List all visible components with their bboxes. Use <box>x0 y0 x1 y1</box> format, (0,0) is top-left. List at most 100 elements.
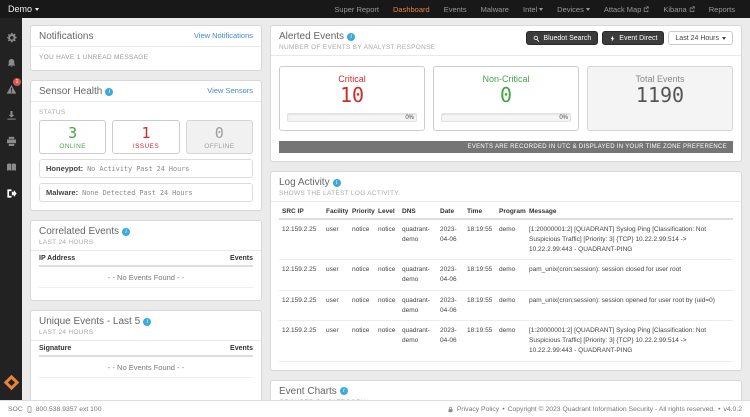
view-notifications-link[interactable]: View Notifications <box>194 31 253 40</box>
progress-bar: 0% <box>287 113 417 122</box>
log-cell: demo <box>496 219 526 260</box>
nav-item-devices[interactable]: Devices <box>550 0 597 18</box>
log-column-program: Program <box>496 204 526 219</box>
log-cell: 12.159.2.25 <box>279 219 323 260</box>
info-icon[interactable] <box>105 88 113 96</box>
sensor-status-label: STATUS <box>39 109 253 116</box>
log-activity-body: SRC IPFacilityPriorityLevelDNSDateTimePr… <box>271 202 741 370</box>
log-cell: notice <box>349 219 375 260</box>
soc-label: SOC <box>8 406 23 413</box>
alerted-stat-total-events: Total Events1190 <box>587 66 733 131</box>
nav-item-label: Events <box>444 5 467 14</box>
log-cell: demo <box>496 260 526 291</box>
nav-item-label: Malware <box>481 5 509 14</box>
event-charts-heading-block: Event Charts GROUPED BY CATEGORY. <box>279 386 367 401</box>
info-icon[interactable] <box>143 318 151 326</box>
stat-value: 1 <box>113 125 178 142</box>
info-icon[interactable] <box>340 387 348 395</box>
row-label: Malware: <box>46 188 78 197</box>
main-content: Notifications View Notifications YOU HAV… <box>22 18 750 400</box>
sidebar-gear-button[interactable] <box>0 24 22 50</box>
nav-item-kibana[interactable]: Kibana <box>656 0 701 18</box>
separator: • <box>718 406 720 413</box>
sidebar-bell-button[interactable] <box>0 50 22 76</box>
log-activity-title: Log Activity <box>279 177 400 188</box>
stat-label: OFFLINE <box>187 143 252 150</box>
log-cell: demo <box>496 321 526 361</box>
row-value: No Activity Past 24 Hours <box>87 165 189 173</box>
column-header: IP Address <box>39 255 75 262</box>
log-column-message: Message <box>526 204 733 219</box>
correlated-events-table: IP Address Events - - No Events Found - … <box>31 251 261 300</box>
notifications-title: Notifications <box>39 31 93 42</box>
navbar-menu: Super Report Dashboard Events Malware IntelD… <box>327 0 742 18</box>
sidebar-signout-button[interactable] <box>0 180 22 206</box>
alerted-events-stats: Critical100%Non-Critical00%Total Events1… <box>271 56 741 141</box>
progress-percent: 0% <box>405 114 414 122</box>
correlated-events-columns: IP Address Events <box>39 251 253 267</box>
nav-item-super-report[interactable]: Super Report <box>327 0 386 18</box>
empty-state-text: - - No Events Found - - <box>39 357 253 378</box>
notifications-message: YOU HAVE 1 UNREAD MESSAGE <box>31 47 261 70</box>
stat-value: 0 <box>441 84 571 107</box>
chevron-down-icon <box>539 8 543 11</box>
gear-icon <box>6 32 17 43</box>
info-icon[interactable] <box>333 179 341 187</box>
sensor-health-header: Sensor Health View Sensors <box>31 81 261 102</box>
sidebar-warning-button[interactable]: 1 <box>0 76 22 102</box>
copyright-text: Copyright © 2023 Quadrant Information Se… <box>508 406 716 413</box>
log-cell: notice <box>375 219 399 260</box>
sidebar-printer-button[interactable] <box>0 128 22 154</box>
correlated-events-title: Correlated Events <box>39 226 130 237</box>
search-icon <box>533 35 540 42</box>
sidebar-download-button[interactable] <box>0 102 22 128</box>
alerted-events-actions: Bluedot Search Event Direct Last 24 Hour… <box>526 31 733 45</box>
time-range-dropdown[interactable]: Last 24 Hours <box>668 31 733 45</box>
column-header: Signature <box>39 345 71 352</box>
event-direct-button[interactable]: Event Direct <box>602 31 664 45</box>
nav-item-label: Super Report <box>334 5 379 14</box>
correlated-events-heading-block: Correlated Events LAST 24 HOURS <box>39 226 130 246</box>
stat-value: 3 <box>40 125 105 142</box>
log-cell: [1:20000001:2] [QUADRANT] Syslog Ping [C… <box>526 321 733 361</box>
quadrant-logo[interactable] <box>3 375 19 391</box>
utc-note: EVENTS ARE RECORDED IN UTC & DISPLAYED I… <box>279 141 733 153</box>
log-cell: notice <box>349 290 375 321</box>
log-cell: 2023-04-06 <box>437 219 464 260</box>
log-cell: notice <box>375 321 399 361</box>
log-cell: demo <box>496 290 526 321</box>
nav-item-reports[interactable]: Reports <box>702 0 742 18</box>
stat-value: 1190 <box>595 84 725 107</box>
stat-value: 10 <box>287 84 417 107</box>
column-header: Events <box>230 345 253 352</box>
log-cell: pam_unix(cron:session): session closed f… <box>526 260 733 291</box>
privacy-policy-link[interactable]: Privacy Policy <box>457 406 499 413</box>
nav-item-events[interactable]: Events <box>437 0 474 18</box>
correlated-events-panel: Correlated Events LAST 24 HOURS IP Addre… <box>30 220 262 301</box>
time-range-label: Last 24 Hours <box>675 35 719 42</box>
bluedot-search-button[interactable]: Bluedot Search <box>526 31 598 45</box>
info-icon[interactable] <box>347 33 355 41</box>
info-icon[interactable] <box>122 228 130 236</box>
external-link-icon <box>689 6 695 12</box>
nav-item-malware[interactable]: Malware <box>474 0 516 18</box>
log-cell: pam_unix(cron:session): session opened f… <box>526 290 733 321</box>
notifications-panel: Notifications View Notifications YOU HAV… <box>30 25 262 71</box>
nav-item-attack-map[interactable]: Attack Map <box>597 0 657 18</box>
nav-item-intel[interactable]: Intel <box>516 0 550 18</box>
log-cell: notice <box>375 260 399 291</box>
sidebar-book-button[interactable] <box>0 154 22 180</box>
left-column: Notifications View Notifications YOU HAV… <box>30 25 262 393</box>
log-table-header-row: SRC IPFacilityPriorityLevelDNSDateTimePr… <box>279 204 733 219</box>
brand-menu[interactable]: Demo <box>8 4 39 14</box>
right-column: Alerted Events NUMBER OF EVENTS BY ANALY… <box>270 25 742 393</box>
view-sensors-link[interactable]: View Sensors <box>207 86 253 95</box>
unique-events-title-text: Unique Events - Last 5 <box>39 316 140 327</box>
event-charts-title: Event Charts <box>279 386 367 397</box>
alerted-stat-non-critical: Non-Critical00% <box>433 66 579 131</box>
log-column-facility: Facility <box>323 204 349 219</box>
log-activity-panel: Log Activity SHOWS THE LATEST LOG ACTIVI… <box>270 171 742 371</box>
external-link-icon <box>643 6 649 12</box>
top-navbar: Demo Super Report Dashboard Events Malware I… <box>0 0 750 18</box>
nav-item-dashboard[interactable]: Dashboard <box>386 0 437 18</box>
